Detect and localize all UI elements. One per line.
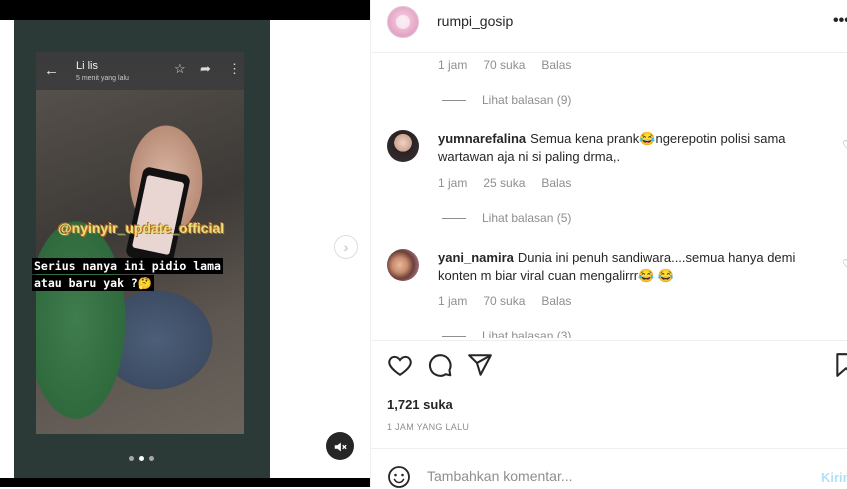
avatar[interactable] — [387, 6, 419, 38]
divider — [371, 340, 847, 341]
reply-button[interactable]: Balas — [541, 176, 571, 190]
comment-text: yani_namira Dunia ini penuh sandiwara....… — [438, 249, 808, 285]
chevron-right-icon[interactable]: › — [334, 235, 358, 259]
post-media: ← Li lis 5 menit yang lalu ☆ ➦ ⋮ @nyinyi… — [0, 0, 370, 487]
arrow-back-icon: ← — [44, 62, 59, 79]
caption-line-2: atau baru yak ?🤔 — [32, 275, 155, 291]
comment-meta: 1 jam 25 suka Balas — [438, 176, 571, 190]
post-username[interactable]: rumpi_gosip — [437, 13, 513, 29]
view-replies-button[interactable]: Lihat balasan (3) — [442, 329, 571, 338]
heart-icon[interactable]: ♡ — [842, 257, 847, 271]
story-header: ← Li lis 5 menit yang lalu ☆ ➦ ⋮ — [36, 52, 244, 90]
view-replies-label: Lihat balasan (5) — [482, 211, 572, 225]
avatar[interactable] — [387, 130, 419, 162]
heart-icon[interactable]: ♡ — [842, 138, 847, 152]
share-icon: ➦ — [200, 61, 211, 76]
media-bottom-bar — [0, 478, 370, 487]
view-replies-button[interactable]: Lihat balasan (9) — [442, 93, 571, 107]
avatar[interactable] — [387, 249, 419, 281]
view-replies-label: Lihat balasan (3) — [482, 329, 572, 338]
comment-meta: 1 jam 70 suka Balas — [438, 294, 571, 308]
comment-likes[interactable]: 70 suka — [483, 58, 525, 72]
heart-icon[interactable] — [387, 352, 413, 378]
story-sender-name: Li lis — [76, 60, 99, 72]
view-replies-button[interactable]: Lihat balasan (5) — [442, 211, 571, 225]
comment-likes[interactable]: 70 suka — [483, 294, 525, 308]
carousel-dot — [129, 456, 134, 461]
speaker-muted-icon[interactable] — [326, 432, 354, 460]
comment-text: yumnarefalina Semua kena prank😂ngerepotin… — [438, 130, 808, 166]
reply-button[interactable]: Balas — [541, 294, 571, 308]
comment-username[interactable]: yani_namira — [438, 250, 514, 265]
star-icon: ☆ — [174, 61, 186, 76]
video-caption: Serius nanya ini pidio lama atau baru ya… — [32, 258, 246, 292]
post-side-panel: rumpi_gosip ••• 1 jam 70 suka Balas Lihat … — [370, 0, 847, 489]
post-comment-button[interactable]: Kirim — [821, 470, 847, 485]
comment-username[interactable]: yumnarefalina — [438, 131, 526, 146]
comment-likes[interactable]: 25 suka — [483, 176, 525, 190]
carousel-dot-active — [139, 456, 144, 461]
video-watermark: @nyinyir_update_official — [58, 220, 225, 236]
caption-line-1: Serius nanya ini pidio lama — [32, 258, 223, 274]
post-header: rumpi_gosip ••• — [371, 0, 847, 46]
comment-input[interactable] — [427, 468, 807, 484]
reply-button[interactable]: Balas — [541, 58, 571, 72]
carousel-indicator — [129, 456, 159, 462]
comment-meta: 1 jam 70 suka Balas — [438, 58, 571, 72]
video-player[interactable]: ← Li lis 5 menit yang lalu ☆ ➦ ⋮ @nyinyi… — [14, 20, 270, 478]
more-vertical-icon: ⋮ — [228, 61, 241, 76]
comment-icon[interactable] — [427, 352, 453, 378]
bookmark-icon[interactable] — [833, 352, 847, 378]
divider — [371, 52, 847, 53]
handheld-phone — [124, 166, 192, 266]
story-screenshot: ← Li lis 5 menit yang lalu ☆ ➦ ⋮ — [36, 52, 244, 434]
more-options-icon[interactable]: ••• — [833, 12, 847, 30]
post-timestamp: 1 JAM YANG LALU — [387, 422, 470, 432]
comment-time: 1 jam — [438, 294, 468, 308]
emoji-icon[interactable] — [387, 465, 411, 489]
carousel-dot — [149, 456, 154, 461]
media-top-bar — [0, 0, 370, 20]
action-bar — [371, 352, 847, 382]
likes-count[interactable]: 1,721 suka — [387, 397, 453, 412]
share-icon[interactable] — [467, 352, 493, 378]
story-sent-time: 5 menit yang lalu — [76, 75, 129, 82]
view-replies-label: Lihat balasan (9) — [482, 93, 572, 107]
divider — [371, 448, 847, 449]
comment-time: 1 jam — [438, 176, 468, 190]
comment-time: 1 jam — [438, 58, 468, 72]
